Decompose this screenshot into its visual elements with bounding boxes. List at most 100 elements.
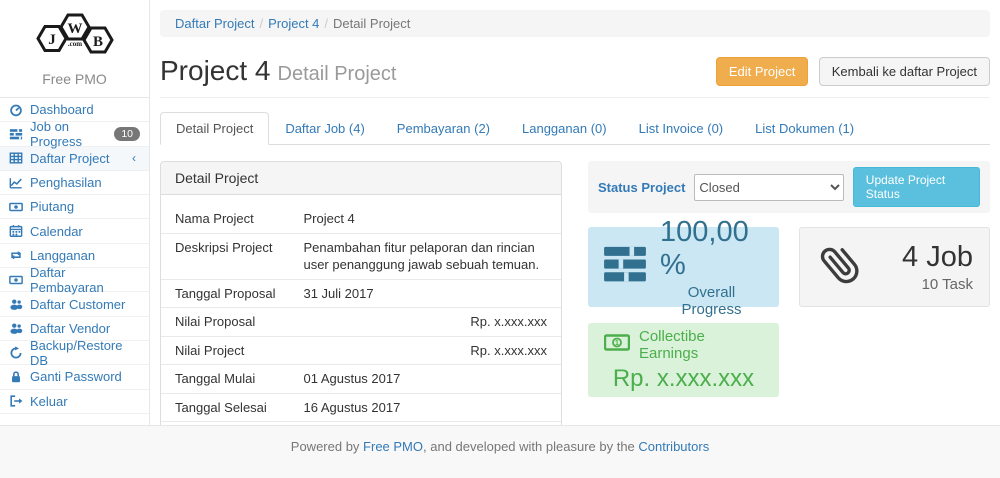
job-text: 4 Job 10 Task [902,241,973,293]
sidebar-item-piutang[interactable]: Piutang [0,195,149,219]
tab-langganan[interactable]: Langganan (0) [506,112,623,145]
breadcrumb-current: Detail Project [333,16,410,31]
svg-text:J: J [48,32,56,48]
summary-boxes: 100,00 % Overall Progress 4 Job 10 Task [588,227,990,397]
header-actions: Edit Project Kembali ke daftar Project [716,57,990,86]
tab-list-invoice[interactable]: List Invoice (0) [623,112,740,145]
sidebar-item-label: Daftar Project [30,151,109,166]
svg-text:.com: .com [67,40,81,48]
money-icon [9,200,23,214]
money-icon [9,273,23,287]
row-label: Nama Project [161,205,289,233]
tab-detail-project[interactable]: Detail Project [160,112,269,145]
breadcrumb-project-4[interactable]: Project 4 [268,16,319,31]
paperclip-icon [816,241,860,294]
logo-block: J W B .com Free PMO [0,0,149,98]
earnings-title: Collectibe Earnings [639,328,763,362]
footer-text: Powered by [291,439,363,454]
repeat-icon [9,248,23,262]
table-icon [9,151,23,165]
dashboard-icon [9,103,23,117]
money-icon: 1 [604,334,630,355]
tab-list-dokumen[interactable]: List Dokumen (1) [739,112,870,145]
edit-project-button[interactable]: Edit Project [716,57,808,86]
row-value: 31 Juli 2017 [289,279,561,308]
sidebar-item-label: Daftar Customer [30,297,125,312]
contributors-link[interactable]: Contributors [638,439,709,454]
sidebar-item-daftar-project[interactable]: Daftar Project ‹ [0,147,149,171]
table-row: Tanggal Selesai 16 Agustus 2017 [161,393,561,422]
line-chart-icon [9,176,23,190]
sidebar-item-penghasilan[interactable]: Penghasilan [0,171,149,195]
back-to-project-list-button[interactable]: Kembali ke daftar Project [819,57,990,86]
row-label: Deskripsi Project [161,233,289,279]
job-count-badge: 10 [114,127,140,141]
footer: Powered by Free PMO, and developed with … [0,425,1000,478]
free-pmo-app: J W B .com Free PMO Dashboard Job on Pro… [0,0,1000,478]
tab-pembayaran[interactable]: Pembayaran (2) [381,112,506,145]
sidebar-item-label: Calendar [30,224,83,239]
progress-caption: Overall Progress [660,284,763,318]
table-row: Deskripsi Project Penambahan fitur pelap… [161,233,561,279]
panel-title: Detail Project [161,162,561,195]
sidebar-item-keluar[interactable]: Keluar [0,390,149,414]
breadcrumb-separator: / [254,16,268,31]
row-label: Nilai Proposal [161,308,289,337]
sidebar-item-label: Dashboard [30,102,94,117]
earnings-value: Rp. x.xxx.xxx [613,365,754,393]
breadcrumb-daftar-project[interactable]: Daftar Project [175,16,254,31]
breadcrumb-separator: / [319,16,333,31]
row-value: Rp. x.xxx.xxx [289,308,561,337]
brand-name: Free PMO [0,71,149,87]
sidebar-item-label: Piutang [30,199,74,214]
sidebar-item-job-on-progress[interactable]: Job on Progress 10 [0,122,149,146]
sidebar-item-label: Penghasilan [30,175,102,190]
sidebar: J W B .com Free PMO Dashboard Job on Pro… [0,0,150,425]
sidebar-item-daftar-customer[interactable]: Daftar Customer [0,292,149,316]
row-value: 01 Agustus 2017 [289,365,561,394]
sidebar-item-label: Daftar Pembayaran [30,265,140,295]
job-summary-box: 4 Job 10 Task [799,227,990,307]
users-icon [9,321,23,335]
svg-text:B: B [92,34,102,50]
page-header: Project 4 Detail Project Edit Project Kem… [160,49,990,98]
task-count: 10 Task [902,276,973,293]
refresh-icon [9,346,23,360]
sidebar-item-backup-restore-db[interactable]: Backup/Restore DB [0,341,149,365]
svg-text:W: W [67,21,82,37]
update-project-status-button[interactable]: Update Project Status [853,167,980,207]
status-project-select[interactable]: Closed [694,174,843,201]
free-pmo-link[interactable]: Free PMO [363,439,423,454]
row-label: Tanggal Mulai [161,365,289,394]
breadcrumb: Daftar Project/Project 4/Detail Project [160,10,990,37]
overall-progress-box: 100,00 % Overall Progress [588,227,779,307]
svg-text:1: 1 [615,340,619,347]
page-title-group: Project 4 Detail Project [160,55,396,87]
chevron-left-icon: ‹ [132,151,140,165]
page-subtitle: Detail Project [278,63,397,85]
progress-value: 100,00 % [660,216,763,282]
calendar-icon [9,224,23,238]
sidebar-item-label: Backup/Restore DB [30,338,140,368]
status-project-label: Status Project [598,180,685,195]
row-value: Project 4 [289,205,561,233]
lock-icon [9,370,23,384]
tab-daftar-job[interactable]: Daftar Job (4) [269,112,380,145]
table-row: Nama Project Project 4 [161,205,561,233]
sidebar-menu: Dashboard Job on Progress 10 Daftar Proj… [0,98,149,414]
page-title: Project 4 [160,55,271,86]
sidebar-item-label: Job on Progress [30,119,107,149]
sidebar-item-label: Keluar [30,394,68,409]
progress-text: 100,00 % Overall Progress [660,216,763,318]
users-icon [9,297,23,311]
footer-text: , and developed with pleasure by the [423,439,638,454]
sidebar-item-label: Langganan [30,248,95,263]
sidebar-item-daftar-pembayaran[interactable]: Daftar Pembayaran [0,268,149,292]
table-row: Tanggal Proposal 31 Juli 2017 [161,279,561,308]
collectible-earnings-box: 1 Collectibe Earnings Rp. x.xxx.xxx [588,323,779,397]
sidebar-item-label: Daftar Vendor [30,321,110,336]
tab-bar: Detail Project Daftar Job (4) Pembayaran… [160,112,990,145]
sidebar-item-ganti-password[interactable]: Ganti Password [0,365,149,389]
earnings-title-row: 1 Collectibe Earnings [604,328,763,362]
sidebar-item-calendar[interactable]: Calendar [0,219,149,243]
